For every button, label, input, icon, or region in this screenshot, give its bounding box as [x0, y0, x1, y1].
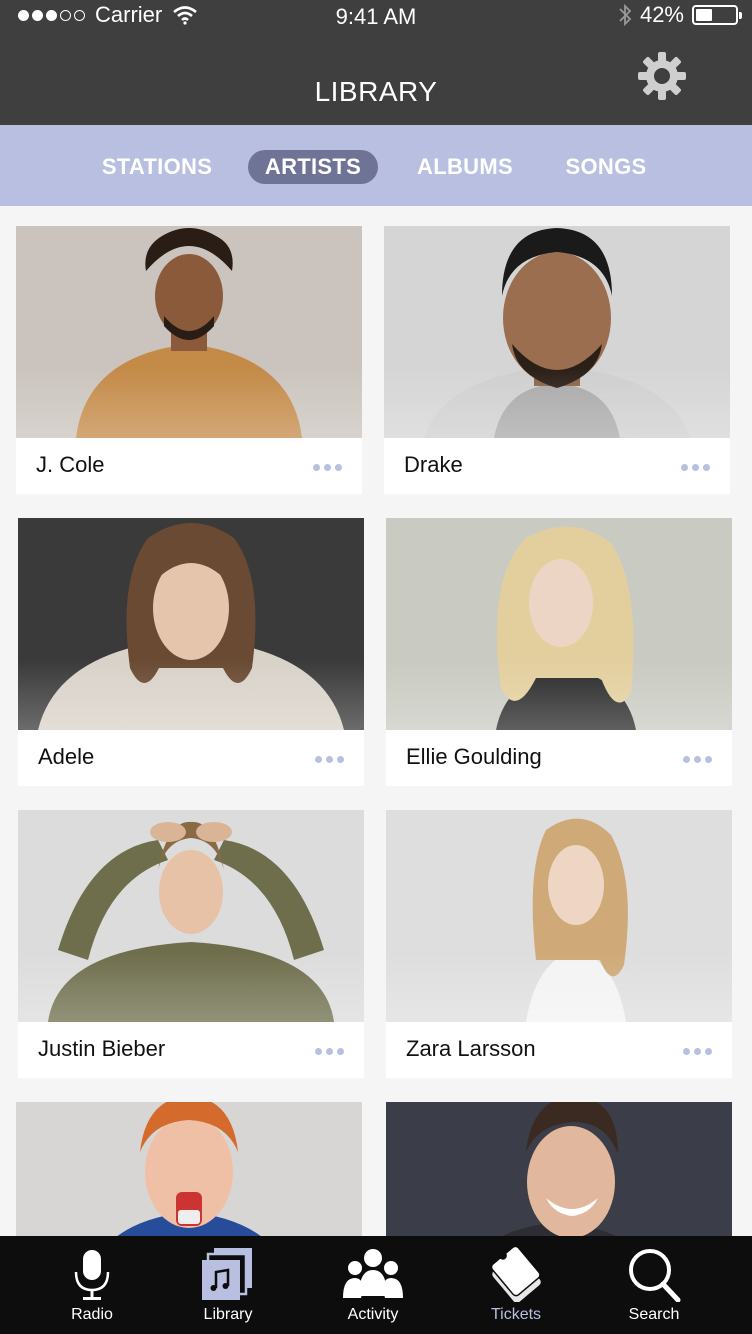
more-options-icon[interactable] [681, 464, 710, 471]
artist-name: Ellie Goulding [406, 744, 542, 769]
tabbar-label: Activity [347, 1306, 399, 1323]
more-options-icon[interactable] [315, 1048, 344, 1055]
artist-photo [18, 518, 364, 730]
microphone-icon [74, 1250, 110, 1300]
artist-card-j-cole[interactable]: J. Cole [16, 226, 362, 494]
tab-artists[interactable]: ARTISTS [248, 150, 378, 184]
artist-card-adele[interactable]: Adele [18, 518, 364, 786]
tab-songs[interactable]: SONGS [556, 150, 656, 184]
tickets-icon [490, 1246, 541, 1302]
tabbar-label: Search [628, 1306, 680, 1323]
artist-card-8[interactable] [386, 1102, 732, 1236]
bottom-tab-bar: Radio Library Activity Tickets Search [0, 1236, 752, 1334]
status-bar: Carrier 9:41 AM 42% [0, 0, 752, 34]
tabbar-tickets[interactable]: Tickets [456, 1236, 576, 1334]
tabbar-label: Library [203, 1306, 253, 1323]
artist-card-7[interactable] [16, 1102, 362, 1236]
gear-icon[interactable] [636, 50, 688, 102]
more-options-icon[interactable] [683, 756, 712, 763]
more-options-icon[interactable] [315, 756, 344, 763]
artist-photo [386, 1102, 732, 1236]
more-options-icon[interactable] [683, 1048, 712, 1055]
battery-percent: 42% [639, 2, 684, 27]
artist-name: Drake [404, 452, 463, 477]
artist-card-zara-larsson[interactable]: Zara Larsson [386, 810, 732, 1078]
tabbar-radio[interactable]: Radio [32, 1236, 152, 1334]
artist-photo [16, 1102, 362, 1236]
artist-photo [16, 226, 362, 438]
artist-grid: J. Cole Drake Adele Ellie Goulding Justi… [0, 206, 752, 1236]
battery-icon [692, 5, 742, 25]
tabbar-label: Radio [71, 1306, 113, 1323]
artist-name: Adele [38, 744, 95, 769]
artist-card-ellie-goulding[interactable]: Ellie Goulding [386, 518, 732, 786]
artist-photo [386, 810, 732, 1022]
library-icon [202, 1248, 252, 1300]
people-icon [343, 1249, 403, 1298]
artist-card-justin-bieber[interactable]: Justin Bieber [18, 810, 364, 1078]
library-tabs: STATIONS ARTISTS ALBUMS SONGS [0, 125, 752, 206]
tab-albums[interactable]: ALBUMS [406, 150, 524, 184]
tabbar-label: Tickets [490, 1306, 542, 1323]
tab-stations[interactable]: STATIONS [96, 150, 218, 184]
tabbar-activity[interactable]: Activity [313, 1236, 433, 1334]
artist-card-drake[interactable]: Drake [384, 226, 730, 494]
artist-photo [386, 518, 732, 730]
more-options-icon[interactable] [313, 464, 342, 471]
header: Carrier 9:41 AM 42% LIBRARY [0, 0, 752, 125]
artist-photo [18, 810, 364, 1022]
search-icon [629, 1249, 681, 1302]
artist-photo [384, 226, 730, 438]
artist-name: J. Cole [36, 452, 105, 477]
artist-name: Zara Larsson [406, 1036, 536, 1061]
tabbar-search[interactable]: Search [594, 1236, 714, 1334]
bluetooth-icon [619, 3, 632, 27]
tabbar-library[interactable]: Library [168, 1236, 288, 1334]
artist-name: Justin Bieber [38, 1036, 166, 1061]
